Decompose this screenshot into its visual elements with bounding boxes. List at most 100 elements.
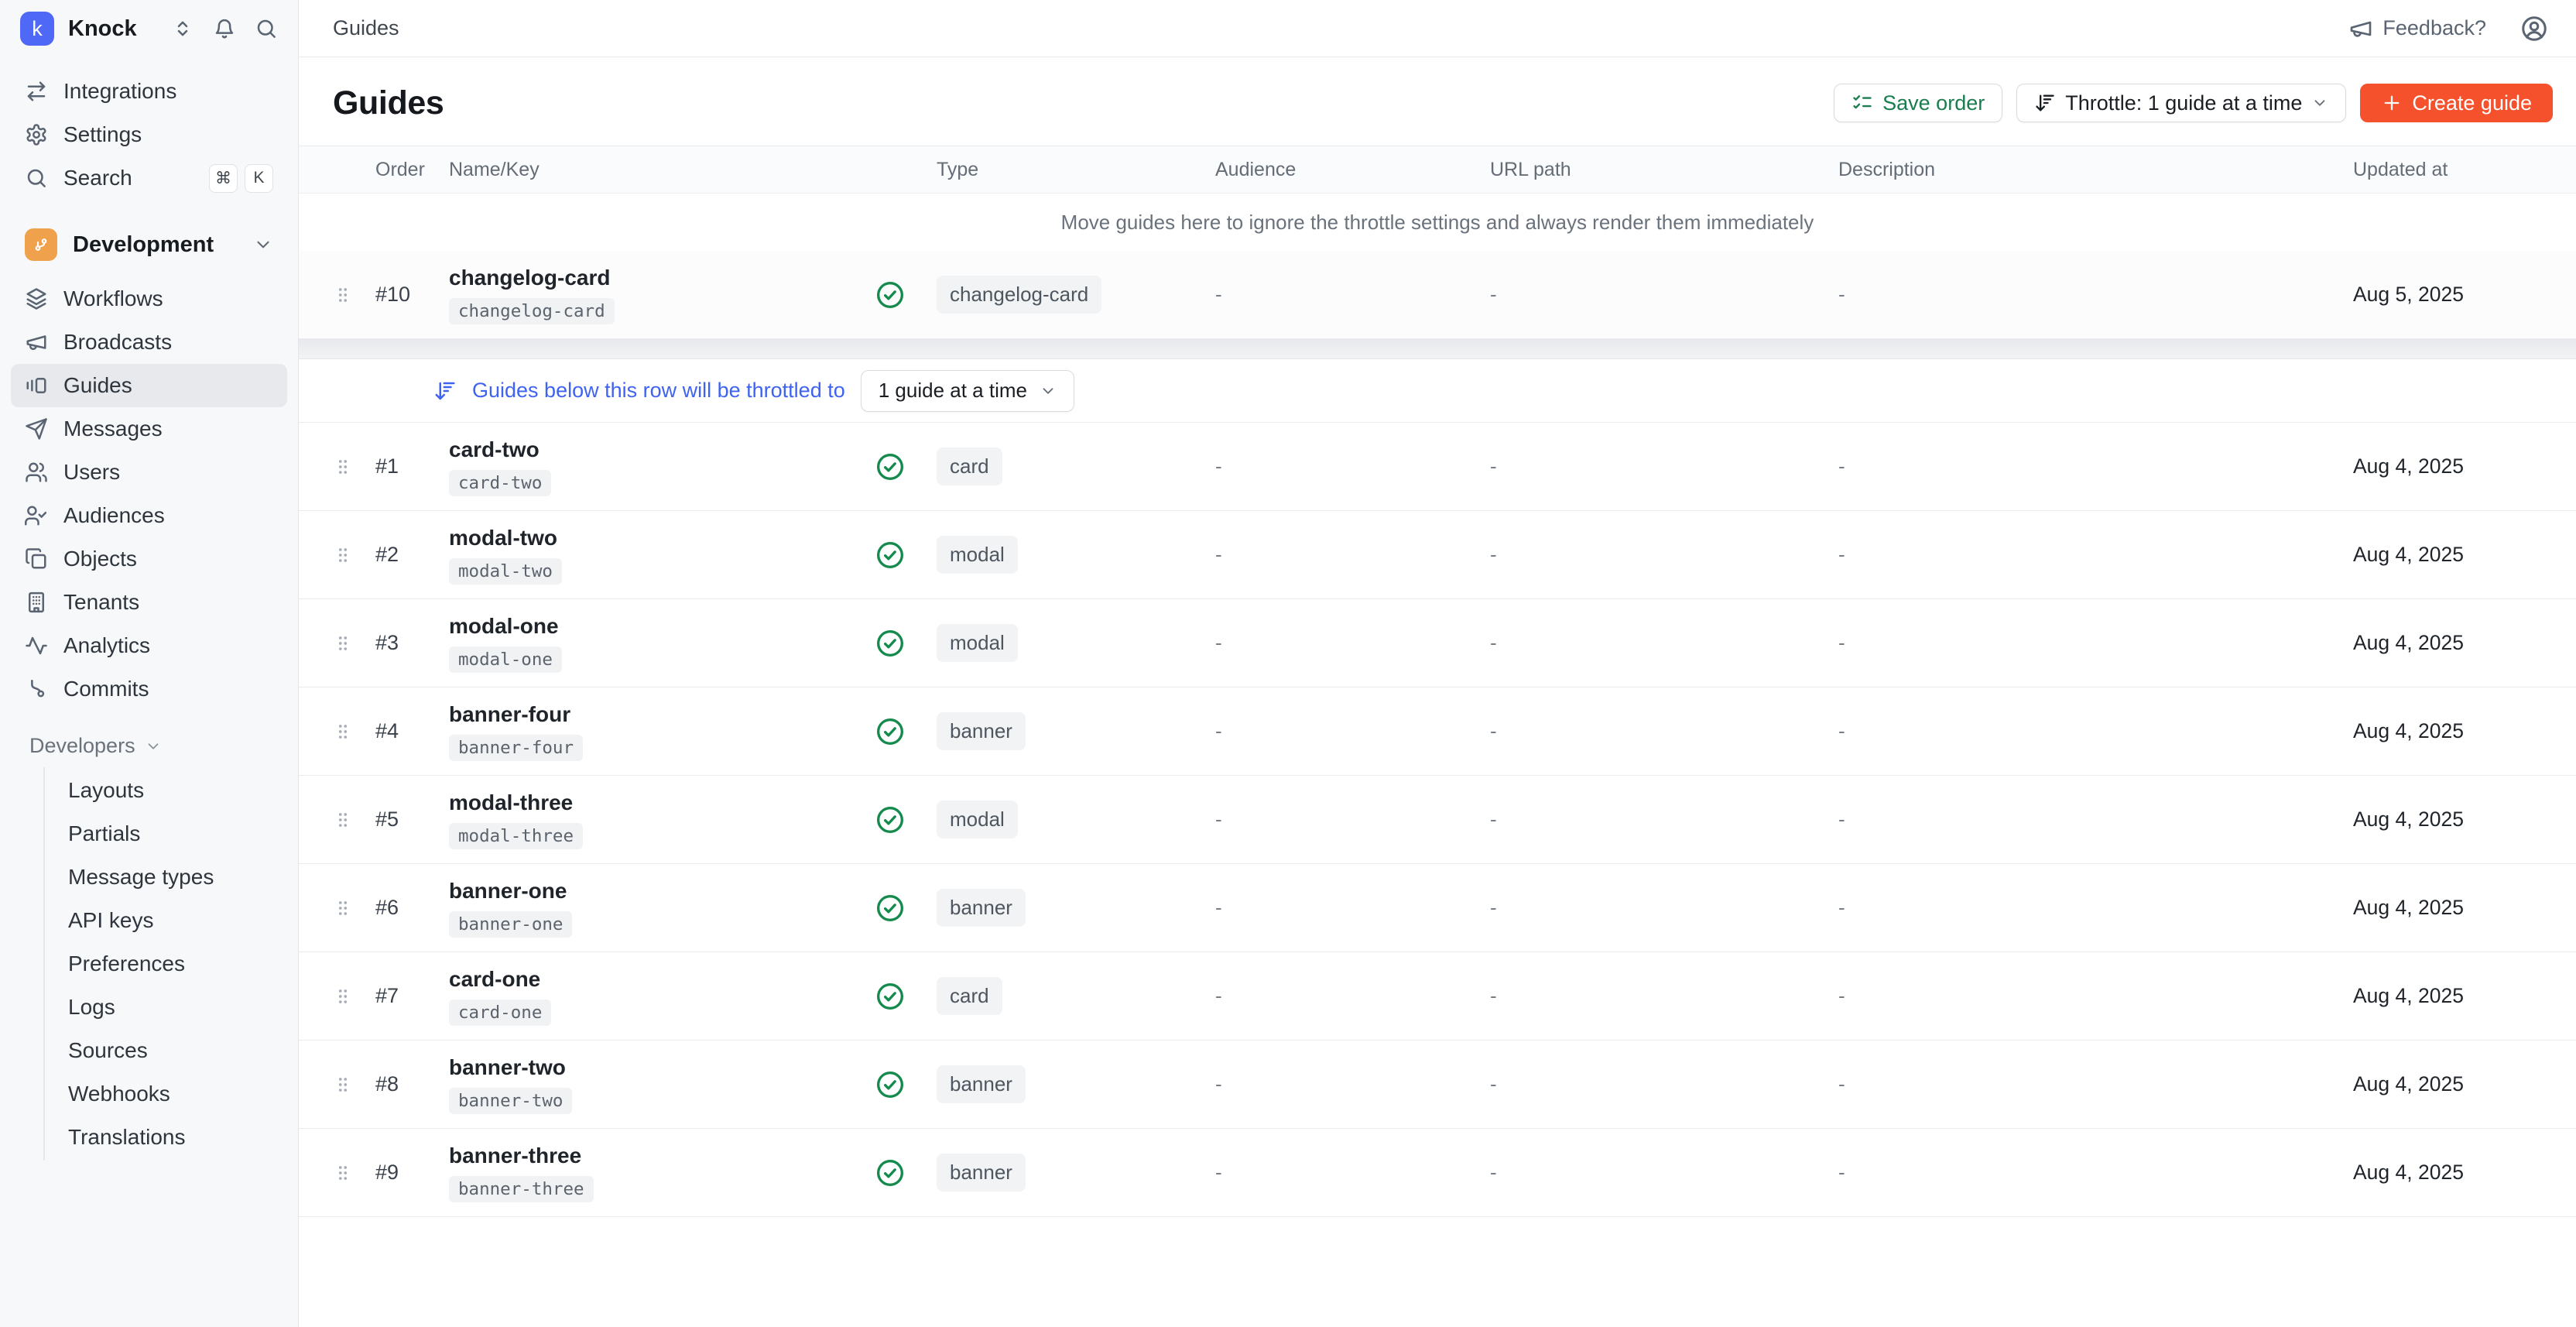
knock-logo[interactable]: k: [20, 12, 54, 46]
status-check-icon: [875, 716, 906, 747]
guide-order: #10: [375, 283, 449, 307]
column-header-updated-at: Updated at: [2353, 159, 2553, 181]
drag-handle-icon[interactable]: [333, 542, 353, 568]
sidebar-item-translations[interactable]: Translations: [45, 1116, 287, 1159]
guide-type: modal: [937, 624, 1215, 662]
sidebar-item-layouts[interactable]: Layouts: [45, 769, 287, 812]
sidebar-item-tenants[interactable]: Tenants: [11, 581, 287, 624]
guide-order: #9: [375, 1161, 449, 1185]
guide-row-modal-one[interactable]: #3 modal-one modal-one modal - - - Aug 4…: [299, 599, 2576, 688]
sidebar-item-settings[interactable]: Settings: [11, 113, 287, 156]
guide-row-modal-three[interactable]: #5 modal-three modal-three modal - - - A…: [299, 776, 2576, 864]
status-check-icon: [875, 981, 906, 1012]
drag-handle-icon[interactable]: [333, 718, 353, 745]
guide-audience: -: [1215, 808, 1490, 832]
user-check-icon: [25, 504, 48, 527]
guide-url-path: -: [1490, 984, 1838, 1008]
sidebar-item-search[interactable]: Search ⌘K: [11, 156, 287, 200]
guide-type: modal: [937, 536, 1215, 574]
drag-handle-icon[interactable]: [333, 282, 353, 308]
column-header-order: Order: [375, 159, 449, 181]
search-icon[interactable]: [255, 17, 278, 40]
drag-handle-icon[interactable]: [333, 630, 353, 657]
guide-url-path: -: [1490, 896, 1838, 920]
sidebar-item-objects[interactable]: Objects: [11, 537, 287, 581]
environment-switcher[interactable]: Development: [14, 221, 284, 268]
create-guide-button[interactable]: Create guide: [2360, 84, 2553, 122]
throttle-limit-select[interactable]: 1 guide at a time: [861, 370, 1074, 412]
sidebar-item-messages[interactable]: Messages: [11, 407, 287, 451]
guide-description: -: [1838, 1072, 2353, 1096]
guide-name: card-one: [449, 967, 540, 992]
drag-handle-icon[interactable]: [333, 895, 353, 921]
drag-handle-icon[interactable]: [333, 1160, 353, 1186]
sidebar-item-integrations[interactable]: Integrations: [11, 70, 287, 113]
sidebar-item-commits[interactable]: Commits: [11, 667, 287, 711]
app-window: k Knock Integrations Settings Search ⌘K …: [0, 0, 2576, 1327]
sidebar-item-broadcasts[interactable]: Broadcasts: [11, 321, 287, 364]
checklist-icon: [1852, 92, 1873, 114]
sidebar-item-analytics[interactable]: Analytics: [11, 624, 287, 667]
guide-description: -: [1838, 631, 2353, 655]
guide-type: banner: [937, 1065, 1215, 1103]
guide-updated-at: Aug 5, 2025: [2353, 283, 2553, 307]
guide-row-banner-one[interactable]: #6 banner-one banner-one banner - - - Au…: [299, 864, 2576, 952]
guide-key: modal-three: [449, 823, 583, 849]
guide-row-modal-two[interactable]: #2 modal-two modal-two modal - - - Aug 4…: [299, 511, 2576, 599]
guide-order: #2: [375, 543, 449, 567]
sidebar-item-preferences[interactable]: Preferences: [45, 942, 287, 986]
activity-icon: [25, 634, 48, 657]
throttle-dropdown-button[interactable]: Throttle: 1 guide at a time: [2016, 84, 2346, 122]
sidebar: k Knock Integrations Settings Search ⌘K …: [0, 0, 299, 1327]
save-order-button[interactable]: Save order: [1834, 84, 2002, 122]
type-badge: banner: [937, 1154, 1026, 1192]
workspace-switcher-icon[interactable]: [171, 17, 194, 40]
guide-row-card-one[interactable]: #7 card-one card-one card - - - Aug 4, 2…: [299, 952, 2576, 1041]
sidebar-item-partials[interactable]: Partials: [45, 812, 287, 856]
drag-handle-icon[interactable]: [333, 807, 353, 833]
sidebar-item-users[interactable]: Users: [11, 451, 287, 494]
sidebar-item-webhooks[interactable]: Webhooks: [45, 1072, 287, 1116]
create-guide-label: Create guide: [2412, 91, 2532, 115]
guide-type: changelog-card: [937, 276, 1215, 314]
sidebar-item-audiences[interactable]: Audiences: [11, 494, 287, 537]
type-badge: modal: [937, 801, 1018, 838]
guide-description: -: [1838, 896, 2353, 920]
guide-name-key: banner-one banner-one: [449, 879, 875, 938]
guide-order: #1: [375, 454, 449, 478]
sidebar-item-api-keys[interactable]: API keys: [45, 899, 287, 942]
drag-handle-icon[interactable]: [333, 1072, 353, 1098]
commits-icon: [25, 677, 48, 701]
guide-description: -: [1838, 543, 2353, 567]
guide-key: banner-one: [449, 911, 572, 938]
drag-handle-icon[interactable]: [333, 454, 353, 480]
drag-handle-icon[interactable]: [333, 983, 353, 1010]
guide-row-banner-four[interactable]: #4 banner-four banner-four banner - - - …: [299, 688, 2576, 776]
layers-icon: [25, 287, 48, 310]
guide-type: card: [937, 977, 1215, 1015]
user-avatar-icon[interactable]: [2520, 15, 2548, 43]
chevron-down-icon: [253, 235, 273, 255]
sidebar-item-logs[interactable]: Logs: [45, 986, 287, 1029]
building-icon: [25, 591, 48, 614]
guide-updated-at: Aug 4, 2025: [2353, 1161, 2553, 1185]
plus-icon: [2381, 92, 2403, 114]
guide-row-banner-three[interactable]: #9 banner-three banner-three banner - - …: [299, 1129, 2576, 1217]
guide-description: -: [1838, 283, 2353, 307]
guide-row-changelog-card[interactable]: #10 changelog-card changelog-card change…: [299, 251, 2576, 339]
sidebar-item-message-types[interactable]: Message types: [45, 856, 287, 899]
copy-icon: [25, 547, 48, 571]
environment-label: Development: [73, 232, 214, 258]
sidebar-item-workflows[interactable]: Workflows: [11, 277, 287, 321]
guide-key: modal-one: [449, 646, 562, 673]
developers-section-toggle[interactable]: Developers: [11, 725, 287, 767]
guide-row-banner-two[interactable]: #8 banner-two banner-two banner - - - Au…: [299, 1041, 2576, 1129]
guide-order: #3: [375, 631, 449, 655]
feedback-button[interactable]: Feedback?: [2348, 16, 2486, 41]
type-badge: modal: [937, 536, 1018, 574]
sidebar-item-guides[interactable]: Guides: [11, 364, 287, 407]
sidebar-item-sources[interactable]: Sources: [45, 1029, 287, 1072]
guide-row-card-two[interactable]: #1 card-two card-two card - - - Aug 4, 2…: [299, 423, 2576, 511]
shortcut-key: K: [245, 164, 273, 193]
notifications-bell-icon[interactable]: [213, 17, 236, 40]
